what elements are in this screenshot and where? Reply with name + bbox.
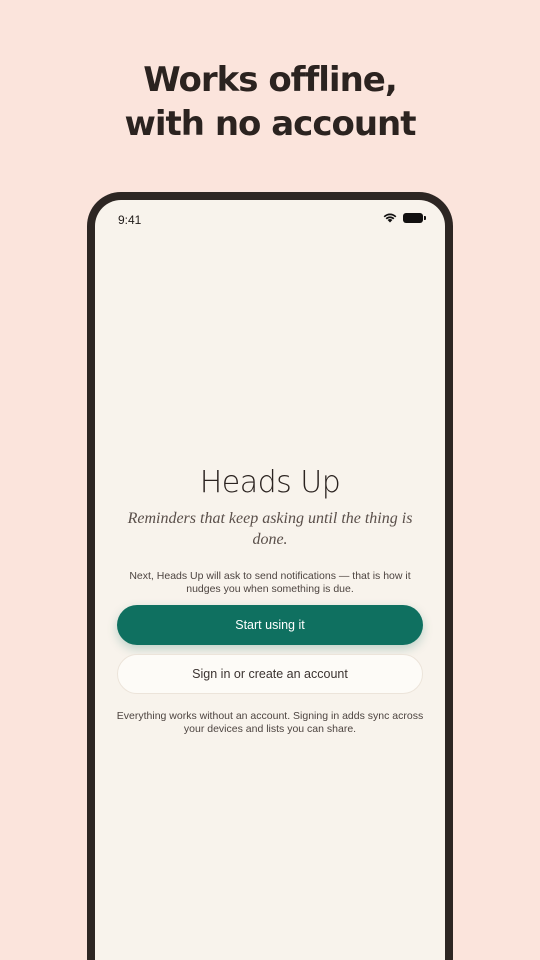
sign-in-button[interactable]: Sign in or create an account [117,654,423,694]
start-using-button-label: Start using it [235,618,305,632]
headline-line-1: Works offline, [143,60,398,100]
device-frame: 9:41 Heads Up Reminders that keep asking… [87,192,453,960]
marketing-headline: Works offline, with no account [0,58,540,146]
onboarding-page: Works offline, with no account 9:41 Head… [0,0,540,960]
app-tagline: Reminders that keep asking until the thi… [127,510,413,548]
account-note: Everything works without an account. Sig… [116,710,424,735]
notification-note: Next, Heads Up will ask to send notifica… [129,570,411,595]
status-icons [383,213,426,223]
start-using-button[interactable]: Start using it [117,605,423,645]
headline-line-2: with no account [124,104,416,144]
device-screen: 9:41 Heads Up Reminders that keep asking… [95,200,445,960]
status-time: 9:41 [118,213,142,227]
battery-icon [403,213,426,223]
app-title: Heads Up [199,465,341,500]
wifi-icon [383,213,397,223]
sign-in-button-label: Sign in or create an account [192,667,348,681]
